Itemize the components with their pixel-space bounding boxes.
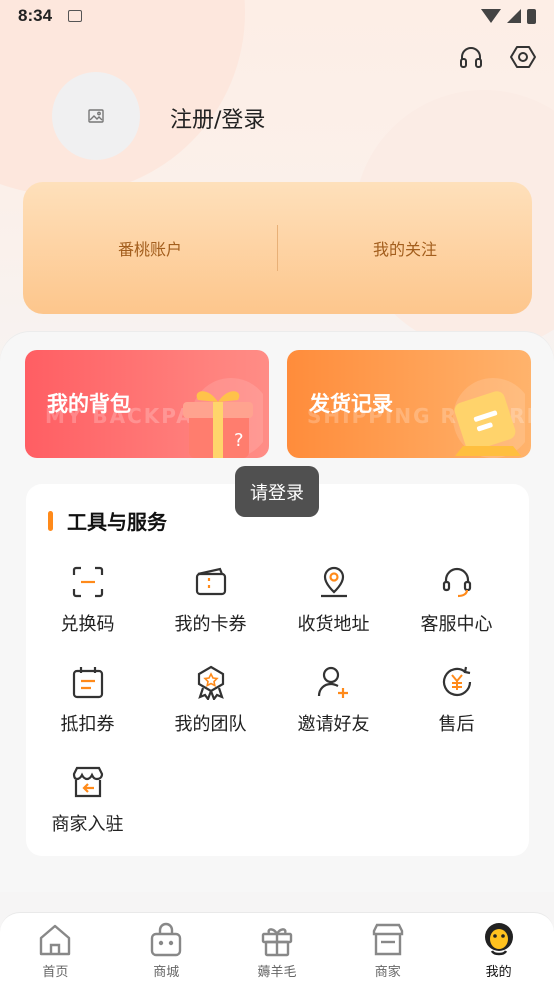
shop-enter-icon [72, 766, 103, 798]
shipping-box-icon [453, 378, 525, 458]
settings-button[interactable] [506, 40, 540, 74]
gift-icon [261, 928, 293, 957]
image-placeholder-icon [88, 109, 104, 123]
scan-code-icon [72, 566, 103, 598]
shipping-title: 发货记录 [309, 392, 393, 416]
avatar[interactable] [52, 72, 140, 160]
mascot-profile-icon [484, 923, 513, 956]
login-toast: 请登录 [235, 466, 319, 517]
notification-icon [68, 10, 83, 22]
tab-mall[interactable]: 商城 [111, 913, 222, 984]
signal-icon [507, 9, 521, 23]
customer-service-button[interactable] [454, 40, 488, 74]
add-user-icon [317, 666, 348, 698]
my-follows-item[interactable]: 我的关注 [278, 236, 532, 260]
tool-label: 商家入驻 [51, 814, 124, 835]
tab-label: 我的 [485, 965, 512, 980]
tool-label: 我的卡券 [174, 614, 247, 635]
tool-label: 兑换码 [60, 614, 115, 635]
tool-invite-friends[interactable]: 邀请好友 [272, 664, 395, 736]
store-icon [372, 923, 403, 956]
tab-label: 薅羊毛 [257, 965, 297, 980]
ticket-icon [195, 567, 226, 596]
status-bar: 8:34 [0, 0, 554, 32]
tool-shipping-address[interactable]: 收货地址 [272, 564, 395, 636]
tool-label: 售后 [438, 714, 475, 735]
tab-label: 首页 [42, 965, 69, 980]
tool-label: 抵扣券 [60, 714, 115, 735]
tool-my-coupons[interactable]: 我的卡券 [149, 564, 272, 636]
home-icon [40, 924, 71, 956]
shipping-record-card[interactable]: SHIPPING RECORD 发货记录 [287, 350, 531, 458]
tab-home[interactable]: 首页 [0, 913, 111, 984]
tab-merchant[interactable]: 商家 [332, 913, 443, 984]
register-login-link[interactable]: 注册/登录 [170, 102, 265, 134]
headset-icon [442, 567, 471, 598]
section-accent-bar [48, 510, 53, 531]
tool-label: 收货地址 [297, 614, 370, 635]
tool-after-sales[interactable]: 售后 [395, 664, 518, 736]
tab-label: 商家 [374, 965, 401, 980]
tool-label: 邀请好友 [297, 714, 370, 735]
my-backpack-card[interactable]: MY BACKPACK 我的背包 ? [25, 350, 269, 458]
tool-deduction-voucher[interactable]: 抵扣券 [26, 664, 149, 736]
tool-merchant-join[interactable]: 商家入驻 [26, 764, 149, 836]
tools-header: 工具与服务 [48, 506, 167, 535]
calendar-voucher-icon [72, 667, 103, 699]
svg-text:?: ? [234, 430, 244, 451]
badge-team-icon [197, 665, 224, 700]
status-time: 8:34 [18, 6, 53, 25]
gift-box-icon: ? [183, 378, 263, 458]
wifi-icon [481, 9, 501, 23]
headphones-icon [460, 47, 482, 68]
account-balance-item[interactable]: 番桃账户 [23, 236, 277, 260]
gear-icon [510, 46, 536, 68]
tool-label: 客服中心 [420, 614, 493, 635]
tools-services-card: 工具与服务 兑换码 我的卡券 收货地址 客服中心 抵扣券 我的团队 邀请好友 售… [26, 484, 529, 856]
refund-yen-icon [442, 666, 471, 697]
tool-redeem-code[interactable]: 兑换码 [26, 564, 149, 636]
backpack-title: 我的背包 [47, 392, 131, 416]
tab-mine[interactable]: 我的 [443, 913, 554, 984]
tool-my-team[interactable]: 我的团队 [149, 664, 272, 736]
tab-label: 商城 [153, 965, 180, 980]
tool-label: 我的团队 [174, 714, 247, 735]
account-card: 番桃账户 我的关注 [23, 182, 532, 314]
bottom-tab-bar: 首页 商城 薅羊毛 商家 我的 [0, 912, 554, 984]
tab-deals[interactable]: 薅羊毛 [222, 913, 333, 984]
battery-icon [527, 8, 536, 24]
shopping-bag-icon [150, 922, 182, 957]
tool-customer-service[interactable]: 客服中心 [395, 564, 518, 636]
location-pin-icon [320, 566, 347, 598]
tools-title: 工具与服务 [67, 510, 167, 534]
